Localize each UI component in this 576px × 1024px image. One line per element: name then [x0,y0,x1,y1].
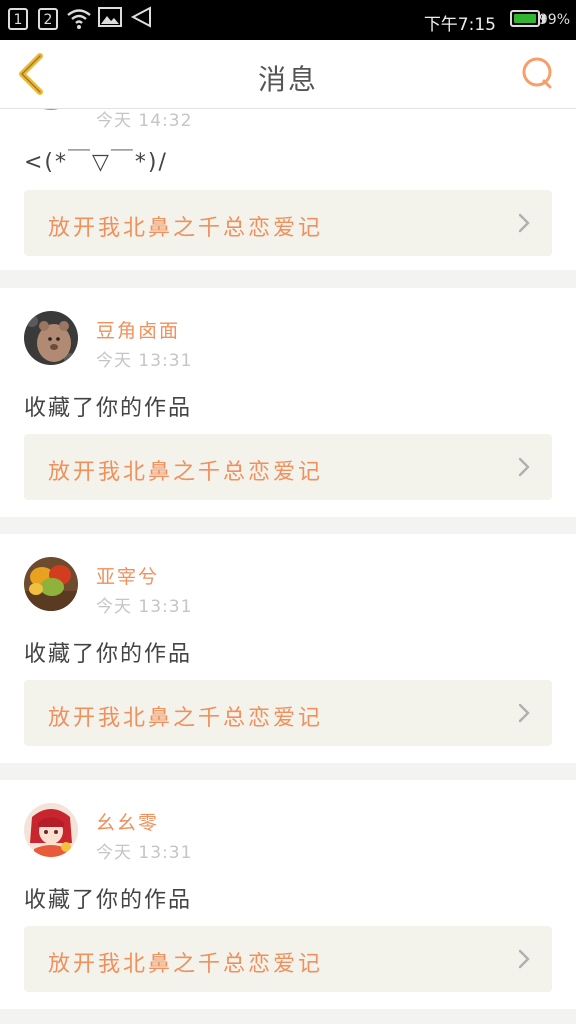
battery-icon [510,10,540,27]
app-header: 消息 [0,40,576,109]
clock: 下午7:15 [423,15,496,35]
message-text: 收藏了你的作品 [24,396,193,421]
avatar[interactable] [24,557,78,611]
message-time: 今天 13:31 [96,597,193,617]
message-time: 今天 14:32 [96,111,193,131]
work-title: 放开我北鼻之千总恋爱记 [48,952,324,977]
battery-level: 99% [538,12,570,28]
avatar[interactable] [24,311,78,365]
message-card: 亚宰兮 今天 13:31 收藏了你的作品 放开我北鼻之千总恋爱记 [0,534,576,763]
wifi-icon [67,9,91,29]
chevron-right-icon [518,457,530,477]
user-name[interactable]: 豆角卤面 [96,316,180,343]
search-button[interactable] [518,54,558,94]
sim1-icon: 1 [8,8,28,30]
message-list[interactable]: 今天 14:32 <(*￣▽￣*)/ 放开我北鼻之千总恋爱记 豆角卤面 今天 1… [0,108,576,1024]
work-link[interactable]: 放开我北鼻之千总恋爱记 [24,680,552,746]
page-title: 消息 [257,63,318,96]
user-name[interactable]: 亚宰兮 [96,562,159,589]
message-time: 今天 13:31 [96,351,193,371]
chevron-right-icon [518,213,530,233]
sim2-icon: 2 [38,8,58,30]
work-link[interactable]: 放开我北鼻之千总恋爱记 [24,190,552,256]
work-link[interactable]: 放开我北鼻之千总恋爱记 [24,434,552,500]
status-bar: 1 2 下午7:15 99% [0,0,576,40]
message-text: <(*￣▽￣*)/ [24,150,168,175]
work-title: 放开我北鼻之千总恋爱记 [48,460,324,485]
work-title: 放开我北鼻之千总恋爱记 [48,216,324,241]
message-card: 今天 14:32 <(*￣▽￣*)/ 放开我北鼻之千总恋爱记 [0,108,576,270]
speaker-icon [130,6,151,28]
chevron-right-icon [518,949,530,969]
work-title: 放开我北鼻之千总恋爱记 [48,706,324,731]
user-name[interactable]: 幺幺零 [96,808,159,835]
message-text: 收藏了你的作品 [24,888,193,913]
work-link[interactable]: 放开我北鼻之千总恋爱记 [24,926,552,992]
message-card: 幺幺零 今天 13:31 收藏了你的作品 放开我北鼻之千总恋爱记 [0,780,576,1009]
message-card: 豆角卤面 今天 13:31 收藏了你的作品 放开我北鼻之千总恋爱记 [0,288,576,517]
chevron-right-icon [518,703,530,723]
avatar[interactable] [24,803,78,857]
message-time: 今天 13:31 [96,843,193,863]
image-notification-icon [98,7,122,27]
message-text: 收藏了你的作品 [24,642,193,667]
